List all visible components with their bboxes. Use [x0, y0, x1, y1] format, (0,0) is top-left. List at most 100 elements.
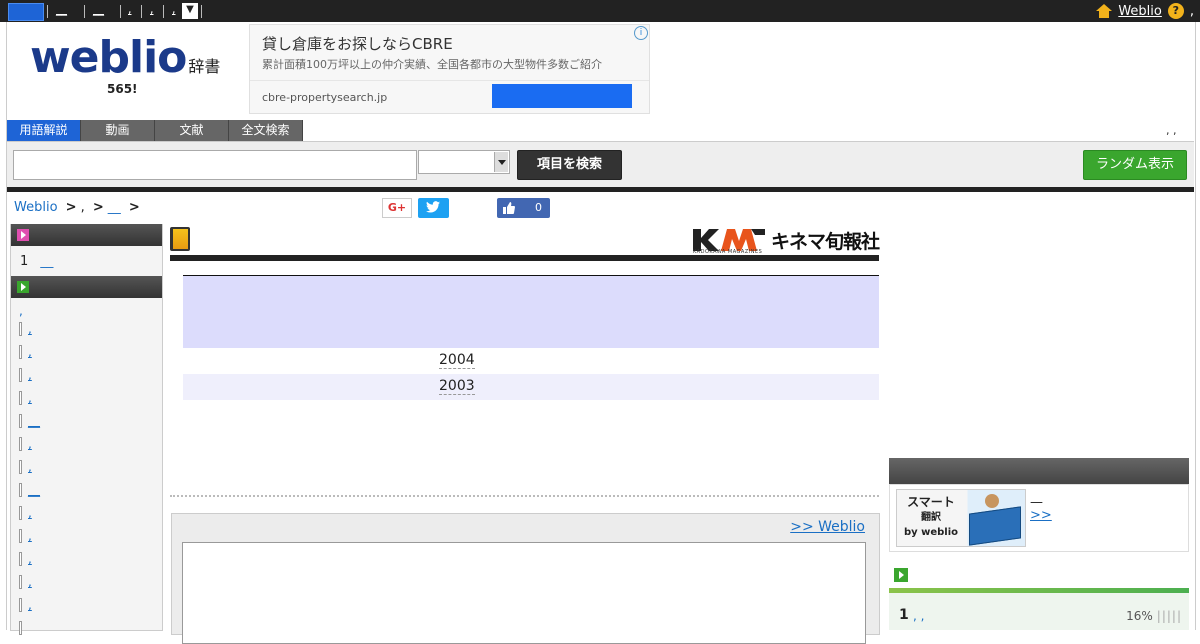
list-link[interactable]: __ [28, 414, 40, 428]
search-mode-select[interactable] [418, 150, 510, 174]
breadcrumb-leaf[interactable]: __ [108, 200, 121, 215]
list-bullet [19, 437, 22, 451]
ranking-percent-value: 16% [1126, 609, 1153, 623]
weblio-more-link[interactable]: >> Weblio [790, 519, 865, 535]
table-row: 2004 [183, 348, 879, 374]
list-link[interactable]: , [28, 345, 32, 359]
search-bar: 項目を検索 ランダム表示 [7, 141, 1194, 187]
topbar-right: Weblio ? , [1096, 2, 1194, 20]
related-box: >> Weblio [171, 513, 880, 644]
topbar-tab-6[interactable]: , [172, 3, 176, 19]
list-link[interactable]: , [28, 529, 32, 543]
play-icon [17, 229, 29, 241]
list-link[interactable]: , [28, 598, 32, 612]
smart-by: by weblio [903, 527, 959, 538]
ad-cta-button[interactable] [492, 84, 632, 108]
tab-glossary[interactable]: 用語解説 [7, 120, 81, 141]
list-bullet [19, 483, 22, 497]
thumbs-up-icon [503, 202, 515, 214]
logo-wordmark: weblio [30, 32, 187, 83]
topbar-tab-3[interactable]: __ [93, 3, 104, 19]
help-icon[interactable]: ? [1167, 3, 1184, 19]
ad-title[interactable]: 貸し倉庫をお探しならCBRE [262, 33, 453, 54]
table-header [183, 276, 879, 348]
panel-more-link[interactable]: >> [1030, 508, 1052, 523]
smart-mid: 翻訳 [921, 512, 941, 523]
list-bullet [19, 506, 22, 520]
weblio-logo[interactable]: weblio 辞書 565! [30, 36, 220, 97]
gplus-share-button[interactable]: G+ [382, 198, 412, 218]
tab-video[interactable]: 動画 [81, 120, 155, 141]
list-bullet [19, 322, 22, 336]
topbar-separator [201, 5, 202, 18]
sidebar-rank-link[interactable]: __ [40, 254, 53, 269]
list-link[interactable]: , [28, 506, 32, 520]
ranking-percent: 16% ||||| [1126, 609, 1182, 623]
random-button[interactable]: ランダム表示 [1083, 150, 1187, 180]
ranking-row: 1 , , 16% ||||| [889, 593, 1189, 630]
list-link[interactable]: , [28, 391, 32, 405]
reader-figure [985, 494, 999, 508]
list-link[interactable]: , [28, 368, 32, 382]
ranking-link[interactable]: , , [913, 609, 924, 623]
weblio-home-link[interactable]: Weblio [1118, 4, 1162, 19]
search-button[interactable]: 項目を検索 [517, 150, 622, 180]
publisher-name: キネマ旬報社 [770, 230, 880, 253]
list-link[interactable]: __ [28, 483, 40, 497]
sidebar-rank-row: 1 __ [20, 254, 53, 269]
topbar-separator [163, 5, 164, 18]
chevron-down-icon[interactable] [494, 152, 508, 172]
twitter-share-button[interactable] [418, 198, 449, 218]
topbar-trail: , [1189, 3, 1194, 19]
smart-title: スマート [907, 495, 955, 509]
top-bar: __ __ , , , ▼ Weblio ? , [0, 0, 1200, 22]
ad-banner[interactable]: i 貸し倉庫をお探しならCBRE 累計面積100万坪以上の仲介実績、全国各都市の… [249, 24, 650, 114]
list-bullet [19, 529, 22, 543]
tab-fulltext[interactable]: 全文検索 [229, 120, 303, 141]
search-input[interactable] [13, 150, 417, 180]
list-link[interactable]: , [28, 575, 32, 589]
sidebar-first-link[interactable]: , [19, 304, 23, 318]
list-bullet [19, 460, 22, 474]
topbar-tab-4[interactable]: , [128, 3, 132, 19]
list-bullet [19, 345, 22, 359]
breadcrumb-root[interactable]: Weblio [14, 200, 58, 215]
play-icon [894, 568, 908, 582]
section-rule [170, 255, 879, 261]
facebook-like-count: 0 [535, 201, 542, 214]
topbar-tab-2[interactable]: __ [56, 3, 67, 19]
ad-description: 累計面積100万坪以上の仲介実績、全国各都市の大型物件多数ご紹介 [262, 58, 602, 71]
topbar-tab-5[interactable]: , [150, 3, 154, 19]
book-icon [170, 227, 190, 251]
ranking-bars: ||||| [1156, 609, 1182, 623]
list-link[interactable]: , [28, 437, 32, 451]
home-icon[interactable] [1096, 4, 1113, 18]
table-year[interactable]: 2003 [439, 378, 475, 395]
ad-info-icon[interactable]: i [634, 26, 648, 40]
list-bullet [19, 368, 22, 382]
list-bullet [19, 575, 22, 589]
list-bullet [19, 552, 22, 566]
list-bullet [19, 391, 22, 405]
topbar-separator [120, 5, 121, 18]
publisher-logo[interactable]: キネマ旬報社 KADOKAWA MAGAZINES [692, 224, 880, 256]
tab-literature[interactable]: 文献 [155, 120, 229, 141]
list-link[interactable]: , [28, 552, 32, 566]
smart-translate-banner[interactable]: スマート 翻訳 by weblio [896, 489, 1026, 547]
right-panel-header [889, 458, 1189, 484]
newspaper-icon [969, 506, 1021, 546]
tabs-right-marks: , , [1166, 124, 1177, 137]
sidebar-header [11, 224, 162, 246]
ad-footer: cbre-propertysearch.jp [250, 80, 649, 114]
list-bullet [19, 621, 22, 635]
breadcrumb-separator: > [92, 200, 104, 215]
facebook-like-button[interactable]: 0 [497, 198, 550, 218]
logo-count: 565! [107, 82, 138, 96]
twitter-icon [426, 201, 440, 213]
table-year[interactable]: 2004 [439, 352, 475, 369]
list-link[interactable]: , [28, 322, 32, 336]
topbar-tab-selected[interactable] [8, 3, 44, 21]
ranking-number: 1 [899, 607, 909, 623]
topbar-dropdown-icon[interactable]: ▼ [182, 3, 198, 19]
list-link[interactable]: , [28, 460, 32, 474]
